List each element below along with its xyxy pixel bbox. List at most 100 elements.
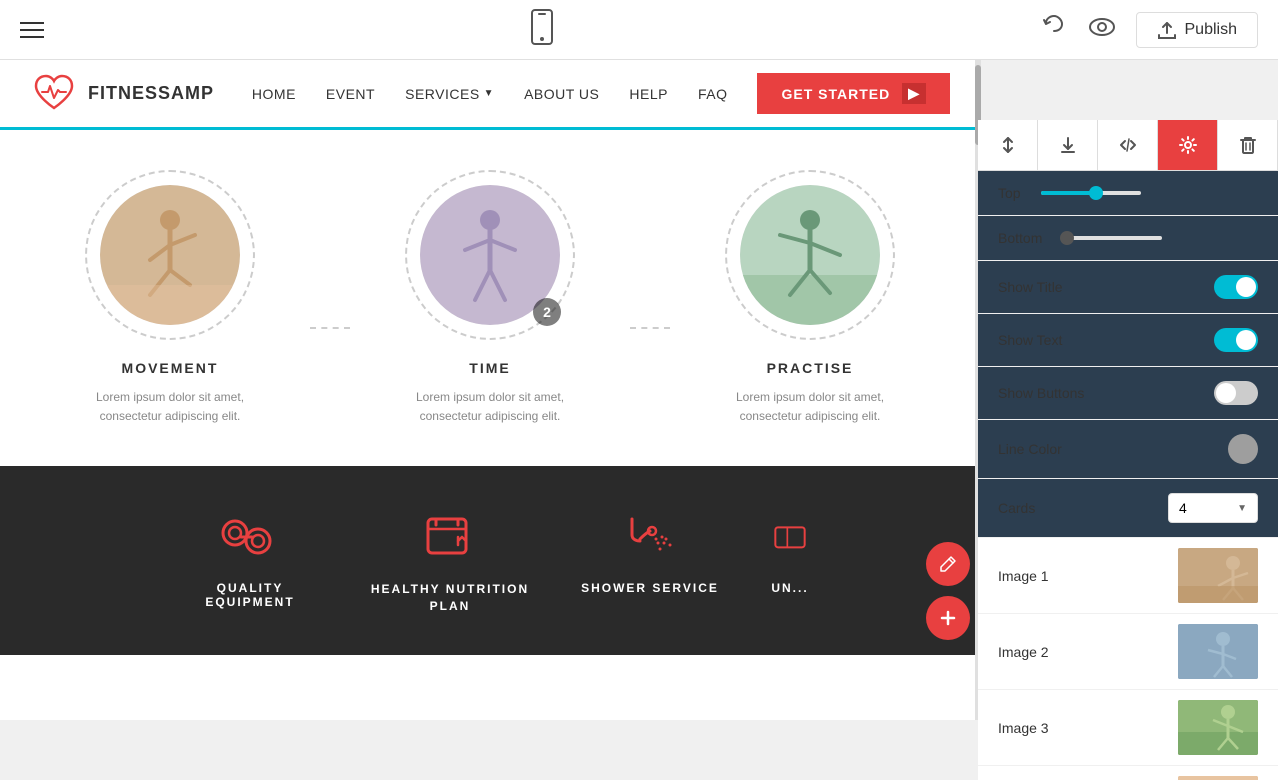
card-circle-2: 2	[405, 170, 575, 340]
settings-bottom-row: Bottom	[978, 216, 1278, 261]
cards-value: 4	[1179, 500, 1187, 516]
cards-label: Cards	[998, 500, 1035, 516]
bottom-slider-track[interactable]	[1062, 236, 1162, 240]
undo-icon[interactable]	[1040, 13, 1068, 46]
tab-sort[interactable]	[978, 120, 1038, 170]
top-slider-container	[1041, 191, 1258, 195]
service-title-1: QUALITY EQUIPMENT	[170, 581, 330, 609]
nav-faq[interactable]: FAQ	[698, 86, 728, 102]
card-item-3: PRACTISE Lorem ipsum dolor sit amet, con…	[710, 170, 910, 426]
image-3-thumb[interactable]	[1178, 700, 1258, 755]
image-3-row: Image 3	[978, 690, 1278, 766]
image-1-label: Image 1	[998, 568, 1049, 584]
card-image-3	[740, 185, 880, 325]
add-fab-button[interactable]	[926, 596, 970, 640]
partial-icon	[760, 506, 820, 566]
preview-eye-icon[interactable]	[1088, 16, 1116, 43]
cards-dropdown-arrow: ▼	[1237, 503, 1247, 514]
settings-top-row: Top	[978, 171, 1278, 216]
tab-delete[interactable]	[1218, 120, 1278, 170]
fab-container	[926, 542, 970, 640]
bottom-label: Bottom	[998, 230, 1042, 246]
nav-help[interactable]: HELP	[629, 86, 668, 102]
image-1-thumb[interactable]	[1178, 548, 1258, 603]
show-buttons-toggle[interactable]	[1214, 381, 1258, 405]
image-2-thumb[interactable]	[1178, 624, 1258, 679]
bottom-slider-container	[1062, 236, 1258, 240]
service-title-2: HEALTHY NUTRITIONPLAN	[371, 581, 529, 615]
service-item-2: HEALTHY NUTRITIONPLAN	[350, 506, 550, 615]
get-started-button[interactable]: GET STARTED ▶	[757, 73, 950, 114]
top-toolbar: Publish	[0, 0, 1278, 60]
tab-settings[interactable]	[1158, 120, 1218, 170]
cards-select[interactable]: 4 ▼	[1168, 493, 1258, 523]
canvas-area: FITNESSAMP HOME EVENT SERVICES ▼ ABOUT U…	[0, 60, 980, 720]
toolbar-center	[531, 9, 553, 51]
right-panel: Top Bottom	[978, 120, 1278, 780]
edit-fab-button[interactable]	[926, 542, 970, 586]
tab-code[interactable]	[1098, 120, 1158, 170]
chains-icon	[220, 506, 280, 566]
card-text-3: Lorem ipsum dolor sit amet, consectetur …	[710, 388, 910, 426]
nav-home[interactable]: HOME	[252, 86, 296, 102]
connector-line-2	[630, 327, 670, 329]
card-item-2: 2 TIME Lorem ipsum dolor sit amet, conse…	[390, 170, 590, 426]
line-color-label: Line Color	[998, 441, 1062, 457]
service-item-3: SHOWER SERVICE	[550, 506, 750, 615]
nav-event[interactable]: EVENT	[326, 86, 375, 102]
line-color-swatch[interactable]	[1228, 434, 1258, 464]
site-nav: HOME EVENT SERVICES ▼ ABOUT US HELP FAQ …	[252, 73, 950, 114]
service-item-1: QUALITY EQUIPMENT	[150, 506, 350, 615]
show-title-label: Show Title	[998, 279, 1063, 295]
image-4-row: Image 4	[978, 766, 1278, 780]
show-buttons-label: Show Buttons	[998, 385, 1084, 401]
site-logo: FITNESSAMP	[30, 70, 214, 118]
nav-services[interactable]: SERVICES ▼	[405, 86, 494, 102]
card-circle-1	[85, 170, 255, 340]
show-text-label: Show Text	[998, 332, 1062, 348]
image-2-label: Image 2	[998, 644, 1049, 660]
show-title-toggle[interactable]	[1214, 275, 1258, 299]
settings-show-buttons-row: Show Buttons	[978, 367, 1278, 420]
top-label: Top	[998, 185, 1021, 201]
menu-icon[interactable]	[20, 22, 44, 38]
card-number-2: 2	[533, 298, 561, 326]
tab-download[interactable]	[1038, 120, 1098, 170]
image-4-thumb[interactable]	[1178, 776, 1258, 780]
card-image-1	[100, 185, 240, 325]
service-title-4: UN...	[771, 581, 808, 595]
top-slider-track[interactable]	[1041, 191, 1141, 195]
phone-preview-icon[interactable]	[531, 9, 553, 51]
main-layout: FITNESSAMP HOME EVENT SERVICES ▼ ABOUT U…	[0, 60, 1278, 720]
card-text-2: Lorem ipsum dolor sit amet, consectetur …	[390, 388, 590, 426]
settings-line-color-row: Line Color	[978, 420, 1278, 479]
site-header: FITNESSAMP HOME EVENT SERVICES ▼ ABOUT U…	[0, 60, 980, 130]
card-item-1: MOVEMENT Lorem ipsum dolor sit amet, con…	[70, 170, 270, 426]
settings-cards-row: Cards 4 ▼	[978, 479, 1278, 538]
nutrition-icon	[420, 506, 480, 566]
service-title-3: SHOWER SERVICE	[581, 581, 719, 595]
settings-show-title-row: Show Title	[978, 261, 1278, 314]
card-title-1: MOVEMENT	[122, 360, 219, 376]
panel-tabs	[978, 120, 1278, 171]
logo-text: FITNESSAMP	[88, 83, 214, 104]
cards-section: MOVEMENT Lorem ipsum dolor sit amet, con…	[0, 130, 980, 466]
settings-show-text-row: Show Text	[978, 314, 1278, 367]
shower-icon	[620, 506, 680, 566]
dark-section: QUALITY EQUIPMENT HEALTHY NUTRITIONPLAN	[0, 466, 980, 655]
card-circle-3	[725, 170, 895, 340]
panel-content: Top Bottom	[978, 171, 1278, 780]
publish-label: Publish	[1185, 21, 1237, 39]
image-3-label: Image 3	[998, 720, 1049, 736]
publish-button[interactable]: Publish	[1136, 12, 1258, 48]
image-1-row: Image 1	[978, 538, 1278, 614]
card-title-3: PRACTISE	[767, 360, 854, 376]
service-item-4: UN...	[750, 506, 830, 615]
connector-1	[310, 170, 350, 426]
toolbar-left	[20, 22, 44, 38]
connector-2	[630, 170, 670, 426]
image-2-row: Image 2	[978, 614, 1278, 690]
show-text-toggle[interactable]	[1214, 328, 1258, 352]
nav-about[interactable]: ABOUT US	[524, 86, 599, 102]
card-text-1: Lorem ipsum dolor sit amet, consectetur …	[70, 388, 270, 426]
